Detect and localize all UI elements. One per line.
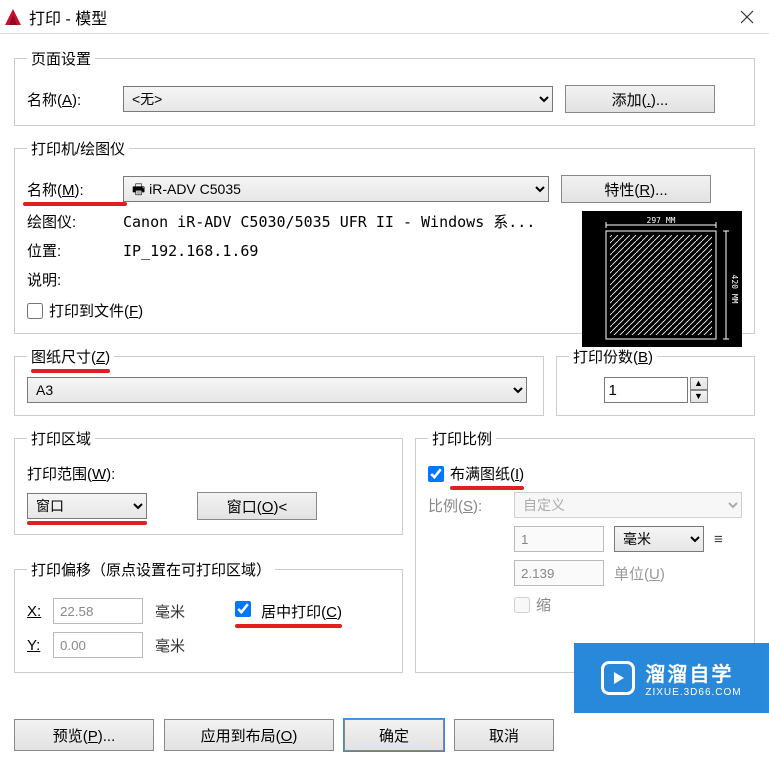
print-range-select[interactable]: 窗口	[27, 493, 147, 519]
scale-group: 打印比例 布满图纸(I) 比例(S): 自定义 毫米 ≡ 单位(U)	[415, 428, 755, 673]
printer-legend: 打印机/绘图仪	[27, 138, 129, 159]
fit-to-paper-checkbox[interactable]	[428, 466, 444, 482]
copies-legend: 打印份数(B)	[569, 346, 657, 367]
page-setup-legend: 页面设置	[27, 48, 95, 69]
scale-unit1[interactable]: 毫米	[614, 526, 704, 552]
watermark-sub: ZIXUE.3D66.COM	[645, 687, 741, 698]
page-setup-group: 页面设置 名称(A): <无> 添加(.)...	[14, 48, 755, 126]
page-setup-name-select[interactable]: <无>	[123, 86, 553, 112]
titlebar: 打印 - 模型	[0, 0, 769, 34]
apply-layout-button[interactable]: 应用到布局(O)	[164, 719, 334, 751]
svg-text:420 MM: 420 MM	[730, 275, 739, 304]
scale-legend: 打印比例	[428, 428, 496, 449]
printer-name-select[interactable]: 🖶 iR-ADV C5035	[123, 176, 549, 202]
app-icon	[3, 7, 23, 27]
ok-button[interactable]: 确定	[344, 719, 444, 751]
watermark-main: 溜溜自学	[645, 658, 741, 687]
center-print-wrap: 居中打印(C)	[235, 601, 342, 622]
x-label: X:	[27, 603, 53, 620]
x-input[interactable]	[53, 598, 143, 624]
svg-text:297 MM: 297 MM	[647, 216, 676, 225]
location-label: 位置:	[27, 240, 123, 261]
printer-group: 打印机/绘图仪 名称(M): 🖶 iR-ADV C5035 特性(R)... 绘…	[14, 138, 755, 334]
cancel-button[interactable]: 取消	[454, 719, 554, 751]
preview-button[interactable]: 预览(P)...	[14, 719, 154, 751]
fit-to-paper-label: 布满图纸(I)	[450, 463, 524, 484]
paper-size-legend: 图纸尺寸(Z)	[27, 346, 114, 367]
dialog-buttons: 预览(P)... 应用到布局(O) 确定 取消	[0, 719, 568, 751]
copies-up[interactable]: ▲	[690, 377, 708, 390]
print-area-legend: 打印区域	[27, 428, 95, 449]
print-to-file-label: 打印到文件(F)	[49, 300, 143, 321]
offset-group: 打印偏移（原点设置在可打印区域） X: 毫米 居中打印(C) Y: 毫米	[14, 559, 403, 673]
y-unit: 毫米	[155, 635, 205, 656]
printer-name-label: 名称(M):	[27, 179, 123, 200]
ratio-select: 自定义	[514, 492, 742, 518]
center-print-checkbox[interactable]	[235, 601, 251, 617]
page-setup-name-label: 名称(A):	[27, 89, 123, 110]
y-label: Y:	[27, 637, 53, 654]
add-button[interactable]: 添加(.)...	[565, 85, 715, 113]
paper-size-group: 图纸尺寸(Z) A3	[14, 346, 544, 416]
center-print-label: 居中打印(C)	[261, 604, 342, 621]
copies-down[interactable]: ▼	[690, 390, 708, 403]
copies-input[interactable]	[604, 377, 688, 403]
offset-legend: 打印偏移（原点设置在可打印区域）	[27, 559, 275, 580]
paper-preview: 297 MM 420 MM	[582, 211, 742, 347]
watermark: 溜溜自学 ZIXUE.3D66.COM	[574, 643, 769, 713]
scale-value2	[514, 560, 604, 586]
eq-icon: ≡	[714, 531, 723, 548]
print-area-group: 打印区域 打印范围(W): 窗口 窗口(O)<	[14, 428, 403, 535]
copies-group: 打印份数(B) ▲ ▼	[556, 346, 755, 416]
location-value: IP_192.168.1.69	[123, 242, 258, 260]
fit-to-paper-wrap: 布满图纸(I)	[428, 463, 742, 484]
close-button[interactable]	[725, 0, 769, 34]
ratio-label: 比例(S):	[428, 495, 514, 516]
window-title: 打印 - 模型	[29, 5, 725, 29]
scale-lw-wrap: 缩	[514, 594, 742, 615]
scale-value1	[514, 526, 604, 552]
y-input[interactable]	[53, 632, 143, 658]
play-icon	[601, 661, 635, 695]
description-label: 说明:	[27, 269, 123, 290]
scale-lw-checkbox	[514, 597, 530, 613]
print-range-label: 打印范围(W):	[27, 463, 390, 484]
window-button[interactable]: 窗口(O)<	[197, 492, 317, 520]
properties-button[interactable]: 特性(R)...	[561, 175, 711, 203]
print-to-file-checkbox[interactable]	[27, 303, 43, 319]
scale-unit2-label: 单位(U)	[614, 563, 665, 584]
plotter-value: Canon iR-ADV C5030/5035 UFR II - Windows…	[123, 211, 535, 232]
plotter-label: 绘图仪:	[27, 211, 123, 232]
paper-size-select[interactable]: A3	[27, 377, 527, 403]
scale-lw-label: 缩	[536, 594, 551, 615]
x-unit: 毫米	[155, 601, 205, 622]
